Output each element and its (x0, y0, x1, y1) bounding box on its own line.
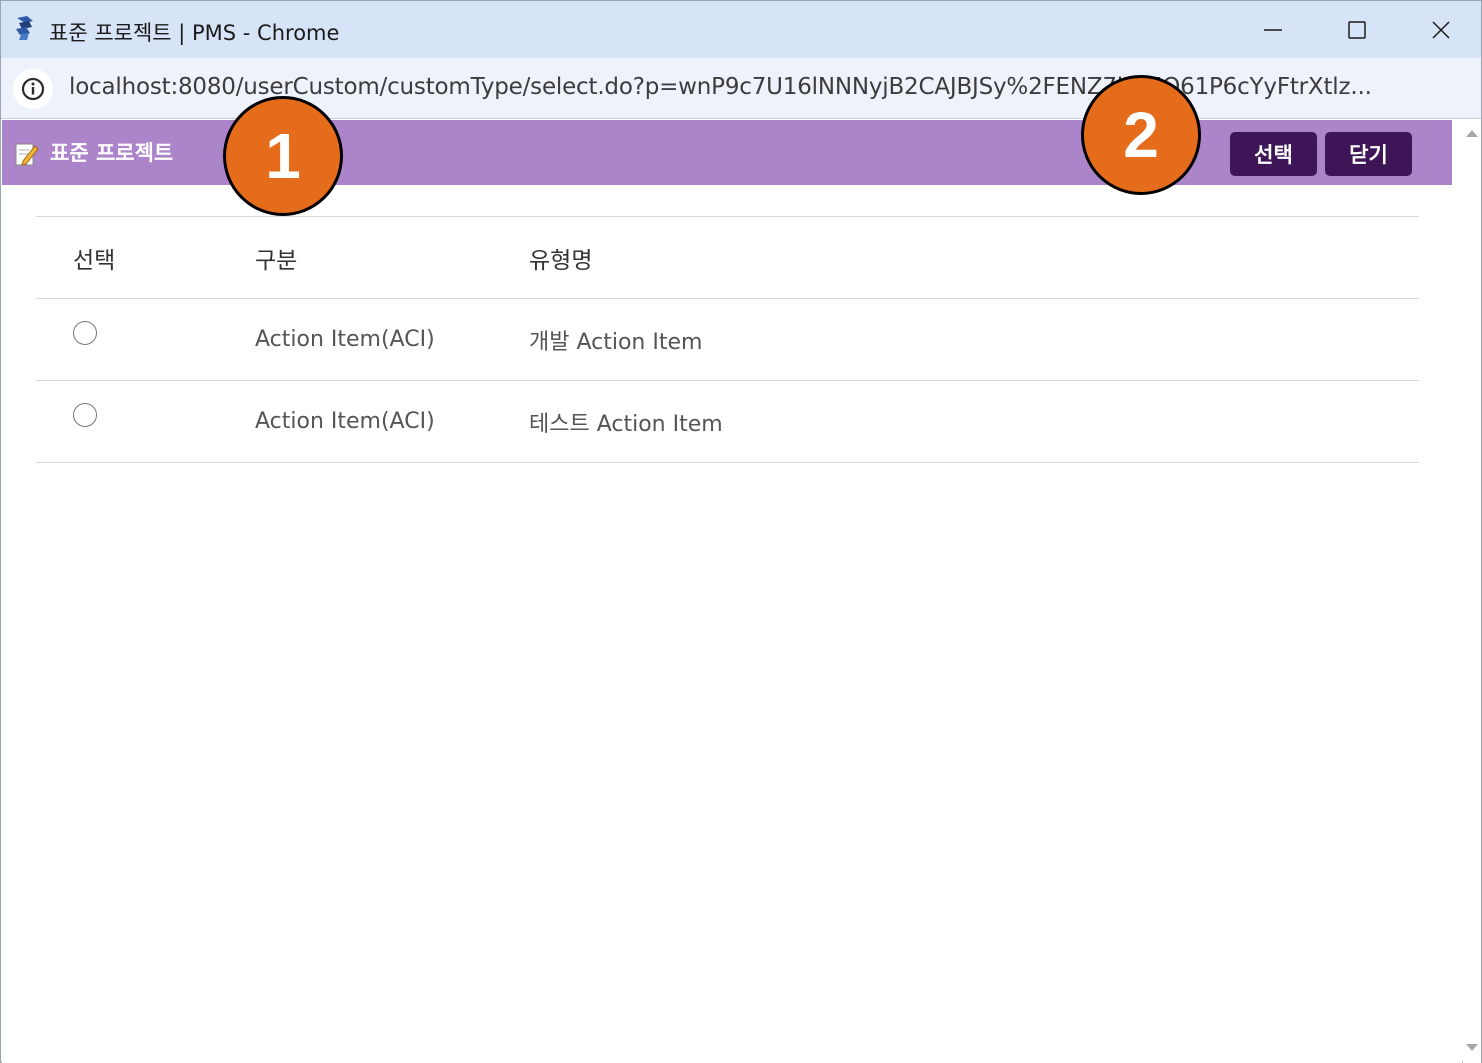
row-type-name: 개발 Action Item (529, 329, 703, 355)
type-table: 선택 구분 유형명 Action Item(ACI) 개발 Action Ite… (36, 216, 1419, 463)
header-select: 선택 (73, 247, 116, 274)
table-row[interactable]: Action Item(ACI) 테스트 Action Item (36, 380, 1419, 463)
scroll-up-arrow-icon[interactable] (1466, 130, 1478, 137)
popup-header: 표준 프로젝트 선택 닫기 (2, 120, 1452, 185)
table-row[interactable]: Action Item(ACI) 개발 Action Item (36, 298, 1419, 381)
address-bar: localhost:8080/userCustom/customType/sel… (1, 58, 1481, 119)
minimize-icon (1264, 29, 1282, 31)
close-icon (1432, 21, 1450, 39)
callout-marker-1: 1 (223, 96, 343, 216)
info-icon (21, 77, 45, 101)
close-button[interactable]: 닫기 (1325, 132, 1412, 176)
header-type-name: 유형명 (529, 247, 593, 274)
maximize-icon (1348, 21, 1366, 39)
row-select-cell (36, 381, 255, 463)
select-button[interactable]: 선택 (1230, 132, 1317, 176)
minimize-button[interactable] (1245, 9, 1301, 51)
popup-page: 표준 프로젝트 선택 닫기 선택 구분 유형명 Action Item(ACI)… (2, 120, 1462, 1063)
scroll-down-arrow-icon[interactable] (1466, 1044, 1478, 1051)
edit-document-icon (14, 140, 40, 168)
vertical-scrollbar[interactable] (1463, 120, 1481, 1063)
callout-marker-2: 2 (1081, 75, 1201, 195)
row-radio[interactable] (73, 320, 97, 345)
maximize-button[interactable] (1329, 9, 1385, 51)
table-header-row: 선택 구분 유형명 (36, 216, 1419, 299)
row-category: Action Item(ACI) (255, 409, 435, 434)
row-category: Action Item(ACI) (255, 327, 435, 352)
close-window-button[interactable] (1413, 9, 1469, 51)
row-radio[interactable] (73, 402, 97, 427)
site-info-button[interactable] (13, 69, 53, 109)
popup-title: 표준 프로젝트 (50, 141, 174, 165)
window-title: 표준 프로젝트 | PMS - Chrome (49, 21, 340, 45)
browser-window: 표준 프로젝트 | PMS - Chrome localhost:8080/us… (0, 0, 1482, 1063)
app-icon (13, 15, 37, 41)
title-bar: 표준 프로젝트 | PMS - Chrome (1, 1, 1481, 58)
row-type-name: 테스트 Action Item (529, 411, 723, 437)
header-category: 구분 (255, 247, 298, 274)
row-select-cell (36, 299, 255, 381)
